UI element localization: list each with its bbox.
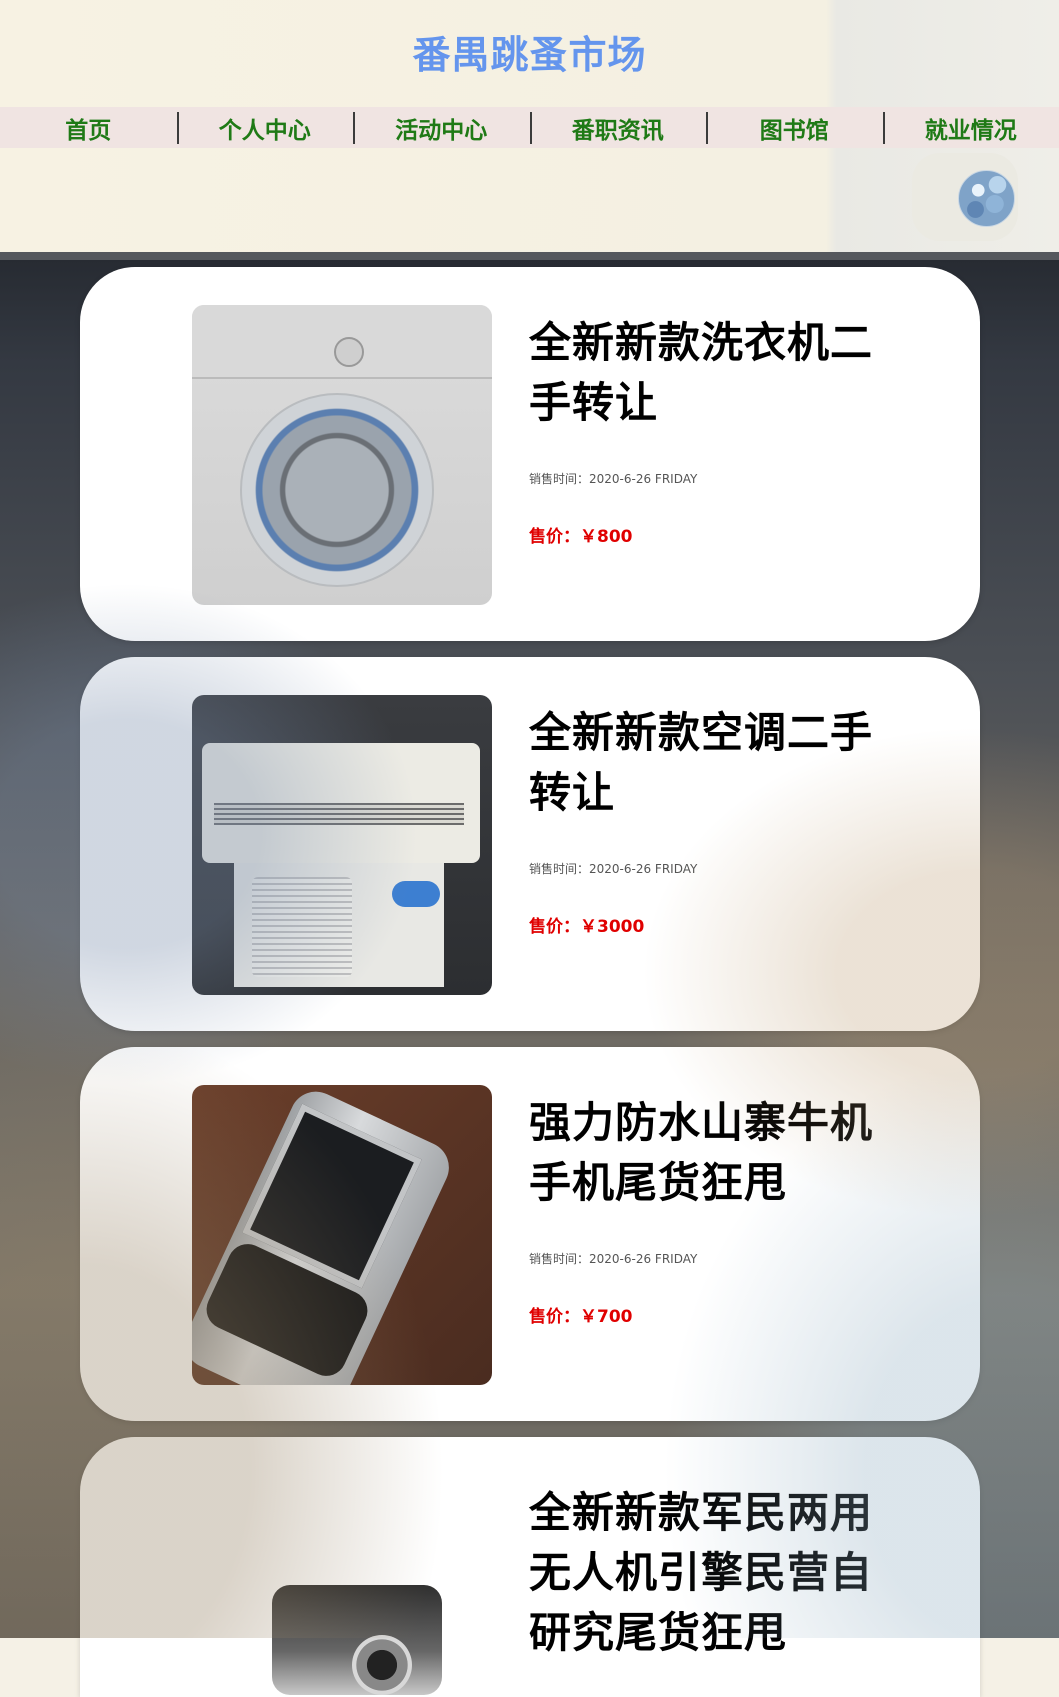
ac-fan-grille	[252, 877, 352, 977]
drone-lens	[352, 1635, 412, 1695]
nav-item-activity-center[interactable]: 活动中心	[353, 107, 530, 148]
product-title[interactable]: 全新新款洗衣机二手转让	[529, 313, 899, 433]
product-date: 销售时间：2020-6-26 FRIDAY	[529, 1250, 697, 1267]
product-card[interactable]: 全新新款空调二手转让 销售时间：2020-6-26 FRIDAY 售价：￥300…	[80, 657, 980, 1031]
product-price: 售价：￥800	[529, 522, 633, 547]
product-card[interactable]: 全新新款军民两用无人机引擎民营自研究尾货狂甩	[80, 1437, 980, 1697]
nav-item-news[interactable]: 番职资讯	[530, 107, 707, 148]
product-title[interactable]: 全新新款空调二手转让	[529, 703, 899, 823]
avatar[interactable]	[958, 170, 1015, 227]
nav-item-personal-center[interactable]: 个人中心	[177, 107, 354, 148]
site-title: 番禺跳蚤市场	[0, 24, 1059, 79]
washer-knob	[334, 337, 364, 367]
product-card[interactable]: 全新新款洗衣机二手转让 销售时间：2020-6-26 FRIDAY 售价：￥80…	[80, 267, 980, 641]
product-date: 销售时间：2020-6-26 FRIDAY	[529, 860, 697, 877]
product-card[interactable]: 强力防水山寨牛机手机尾货狂甩 销售时间：2020-6-26 FRIDAY 售价：…	[80, 1047, 980, 1421]
ac-vent	[214, 803, 464, 825]
ac-brand-logo	[392, 881, 440, 907]
nav-bar: 首页 个人中心 活动中心 番职资讯 图书馆 就业情况	[0, 107, 1059, 148]
washer-drum	[240, 393, 434, 587]
product-price: 售价：￥700	[529, 1302, 633, 1327]
header: 番禺跳蚤市场 首页 个人中心 活动中心 番职资讯 图书馆 就业情况	[0, 0, 1059, 252]
product-title[interactable]: 全新新款军民两用无人机引擎民营自研究尾货狂甩	[529, 1483, 899, 1663]
nav-item-employment[interactable]: 就业情况	[883, 107, 1059, 148]
product-image-drone-engine[interactable]	[192, 1475, 492, 1697]
product-price: 售价：￥3000	[529, 912, 644, 937]
product-list: 全新新款洗衣机二手转让 销售时间：2020-6-26 FRIDAY 售价：￥80…	[0, 252, 1059, 1638]
nav-item-home[interactable]: 首页	[0, 107, 177, 148]
product-image-air-conditioner[interactable]	[192, 695, 492, 995]
product-image-washing-machine[interactable]	[192, 305, 492, 605]
nav-item-library[interactable]: 图书馆	[706, 107, 883, 148]
product-image-nokia-phone[interactable]	[192, 1085, 492, 1385]
product-title[interactable]: 强力防水山寨牛机手机尾货狂甩	[529, 1093, 899, 1213]
product-date: 销售时间：2020-6-26 FRIDAY	[529, 470, 697, 487]
